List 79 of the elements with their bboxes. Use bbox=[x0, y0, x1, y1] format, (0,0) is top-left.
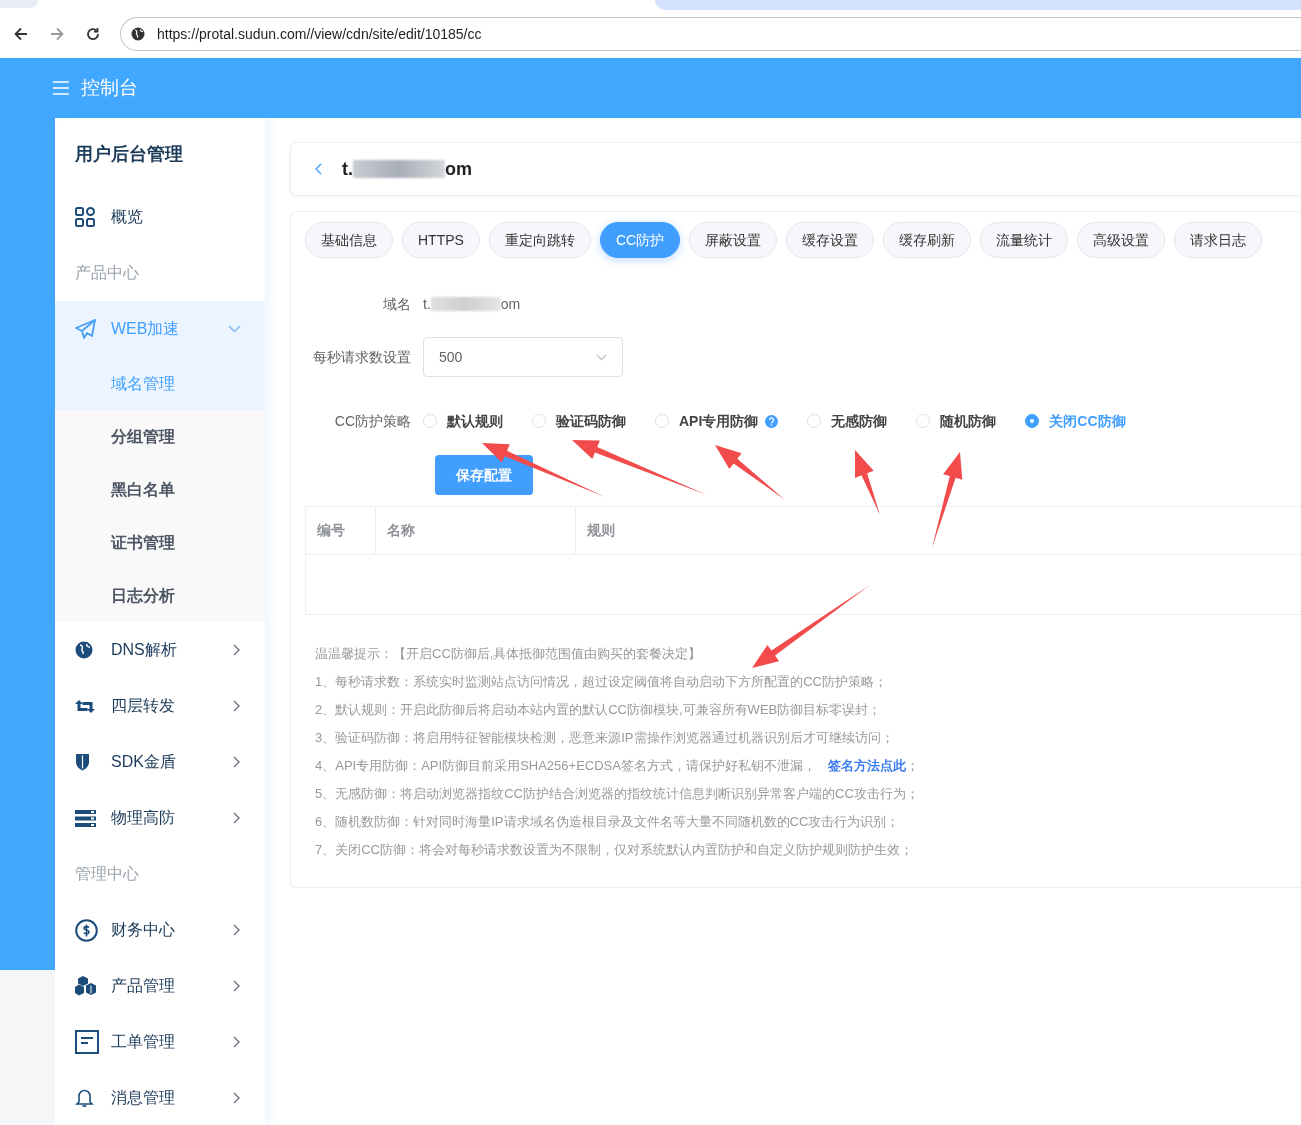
tip-text: 2、默认规则：开启此防御后将启动本站内置的默认CC防御模块,可兼容所有WEB防御目标零误封； bbox=[315, 701, 883, 719]
submenu-item[interactable]: 黑白名单 bbox=[55, 463, 265, 516]
dollar-circle-icon bbox=[75, 918, 98, 942]
radio-option[interactable]: 无感防御 bbox=[807, 410, 888, 432]
chevron-right-icon bbox=[233, 756, 241, 768]
column-header: 编号 bbox=[306, 507, 376, 554]
sidebar-item[interactable]: 工单管理 bbox=[55, 1014, 265, 1070]
tip-text: 4、API专用防御：API防御目前采用SHA256+ECDSA签名方式，请保护好私钥不泄漏， 签名方法点此； bbox=[315, 757, 920, 775]
reload-icon[interactable] bbox=[86, 27, 100, 41]
tip-text: 5、无感防御：将启动浏览器指纹CC防护结合浏览器的指纹统计信息判断识别异常客户端的CC攻击行为； bbox=[315, 785, 920, 803]
section-heading: 管理中心 bbox=[74, 864, 140, 884]
tip-text: 1、每秒请求数：系统实时监测站点访问情况，超过设定阈值将自动启动下方所配置的CC防护策略； bbox=[315, 673, 888, 691]
signature-link[interactable]: 签名方法点此 bbox=[827, 758, 906, 773]
tip-heading: 温温馨提示：【开启CC防御后,具体抵御范围值由购买的套餐决定】 bbox=[315, 645, 703, 663]
sidebar-item[interactable]: DNS解析 bbox=[55, 622, 265, 678]
tab[interactable]: 缓存刷新 bbox=[883, 222, 972, 258]
chevron-right-icon bbox=[233, 812, 241, 824]
forward-icon[interactable] bbox=[50, 27, 64, 41]
arrow-annotation bbox=[855, 450, 880, 515]
sidebar-title: 用户后台管理 bbox=[74, 143, 184, 165]
site-title: t. om bbox=[342, 157, 472, 181]
globe-icon bbox=[131, 27, 145, 41]
chevron-right-icon bbox=[233, 1036, 241, 1048]
chevron-right-icon bbox=[233, 924, 241, 936]
radio-option[interactable]: 验证码防御 bbox=[532, 410, 626, 432]
radio-option[interactable]: 默认规则 bbox=[423, 410, 503, 432]
back-icon[interactable] bbox=[14, 27, 28, 41]
form-label: 域名 bbox=[383, 296, 411, 312]
tab[interactable]: 高级设置 bbox=[1077, 222, 1166, 258]
tab[interactable]: 重定向跳转 bbox=[488, 222, 591, 258]
sidebar-item[interactable]: 概览 bbox=[55, 189, 265, 245]
chevron-right-icon bbox=[233, 980, 241, 992]
tab[interactable]: HTTPS bbox=[402, 222, 480, 258]
tab[interactable]: 请求日志 bbox=[1174, 222, 1263, 258]
rate-select[interactable]: 500 bbox=[423, 337, 623, 377]
header-title: 控制台 bbox=[81, 75, 138, 100]
arrow-annotation bbox=[715, 445, 785, 500]
paper-plane-icon bbox=[75, 319, 96, 339]
tip-text: 6、随机数防御：针对同时海量IP请求域名伪造根目录及文件名等大量不同随机数的CC攻击行为识别； bbox=[315, 813, 901, 831]
tab[interactable]: 流量统计 bbox=[980, 222, 1069, 258]
sidebar-item[interactable]: 四层转发 bbox=[55, 678, 265, 734]
sidebar-item[interactable]: 产品管理 bbox=[55, 958, 265, 1014]
chevron-right-icon bbox=[233, 1092, 241, 1104]
grid-icon bbox=[75, 207, 95, 227]
help-icon[interactable] bbox=[765, 414, 779, 428]
sidebar-item[interactable]: 财务中心 bbox=[55, 902, 265, 958]
column-header: 名称 bbox=[376, 507, 576, 554]
sidebar-item[interactable]: SDK金盾 bbox=[55, 734, 265, 790]
url-text: https://protal.sudun.com//view/cdn/site/edit/10185/cc bbox=[157, 24, 482, 44]
bell-icon bbox=[75, 1088, 94, 1108]
tip-text: 7、关闭CC防御：将会对每秒请求数设置为不限制，仅对系统默认内置防护和自定义防护规则防护生效； bbox=[315, 841, 914, 859]
chevron-down-icon bbox=[228, 325, 241, 333]
document-icon bbox=[75, 1030, 99, 1054]
chevron-right-icon bbox=[233, 644, 241, 656]
radio-option[interactable]: 随机防御 bbox=[916, 410, 997, 432]
form-label: 每秒请求数设置 bbox=[313, 349, 411, 365]
shield-icon bbox=[75, 753, 90, 771]
form-label: CC防护策略 bbox=[334, 413, 411, 429]
submenu-item[interactable]: 分组管理 bbox=[55, 410, 265, 463]
radio-button[interactable] bbox=[1025, 414, 1040, 428]
chevron-right-icon bbox=[233, 700, 241, 712]
tab[interactable]: 屏蔽设置 bbox=[689, 222, 778, 258]
back-chevron-icon[interactable] bbox=[315, 163, 322, 175]
server-icon bbox=[75, 809, 96, 827]
radio-option[interactable]: API专用防御 bbox=[655, 410, 779, 432]
submenu-item[interactable]: 证书管理 bbox=[55, 516, 265, 569]
repeat-icon bbox=[75, 698, 95, 714]
tab[interactable]: 基础信息 bbox=[305, 222, 393, 258]
tab[interactable]: 缓存设置 bbox=[786, 222, 875, 258]
column-header: 规则 bbox=[586, 521, 616, 540]
submenu-item[interactable]: 日志分析 bbox=[55, 569, 265, 622]
tip-text: 3、验证码防御：将启用特征智能模块检测，恶意来源IP需操作浏览器通过机器识别后才可继续访问； bbox=[315, 729, 895, 747]
section-heading: 产品中心 bbox=[74, 263, 140, 283]
menu-icon[interactable] bbox=[53, 81, 69, 95]
sidebar-item[interactable]: 消息管理 bbox=[55, 1070, 265, 1125]
domain-value: t. om bbox=[423, 294, 521, 314]
globe-icon bbox=[75, 641, 93, 659]
sidebar-item[interactable]: 物理高防 bbox=[55, 790, 265, 846]
chevron-down-icon bbox=[596, 353, 607, 361]
